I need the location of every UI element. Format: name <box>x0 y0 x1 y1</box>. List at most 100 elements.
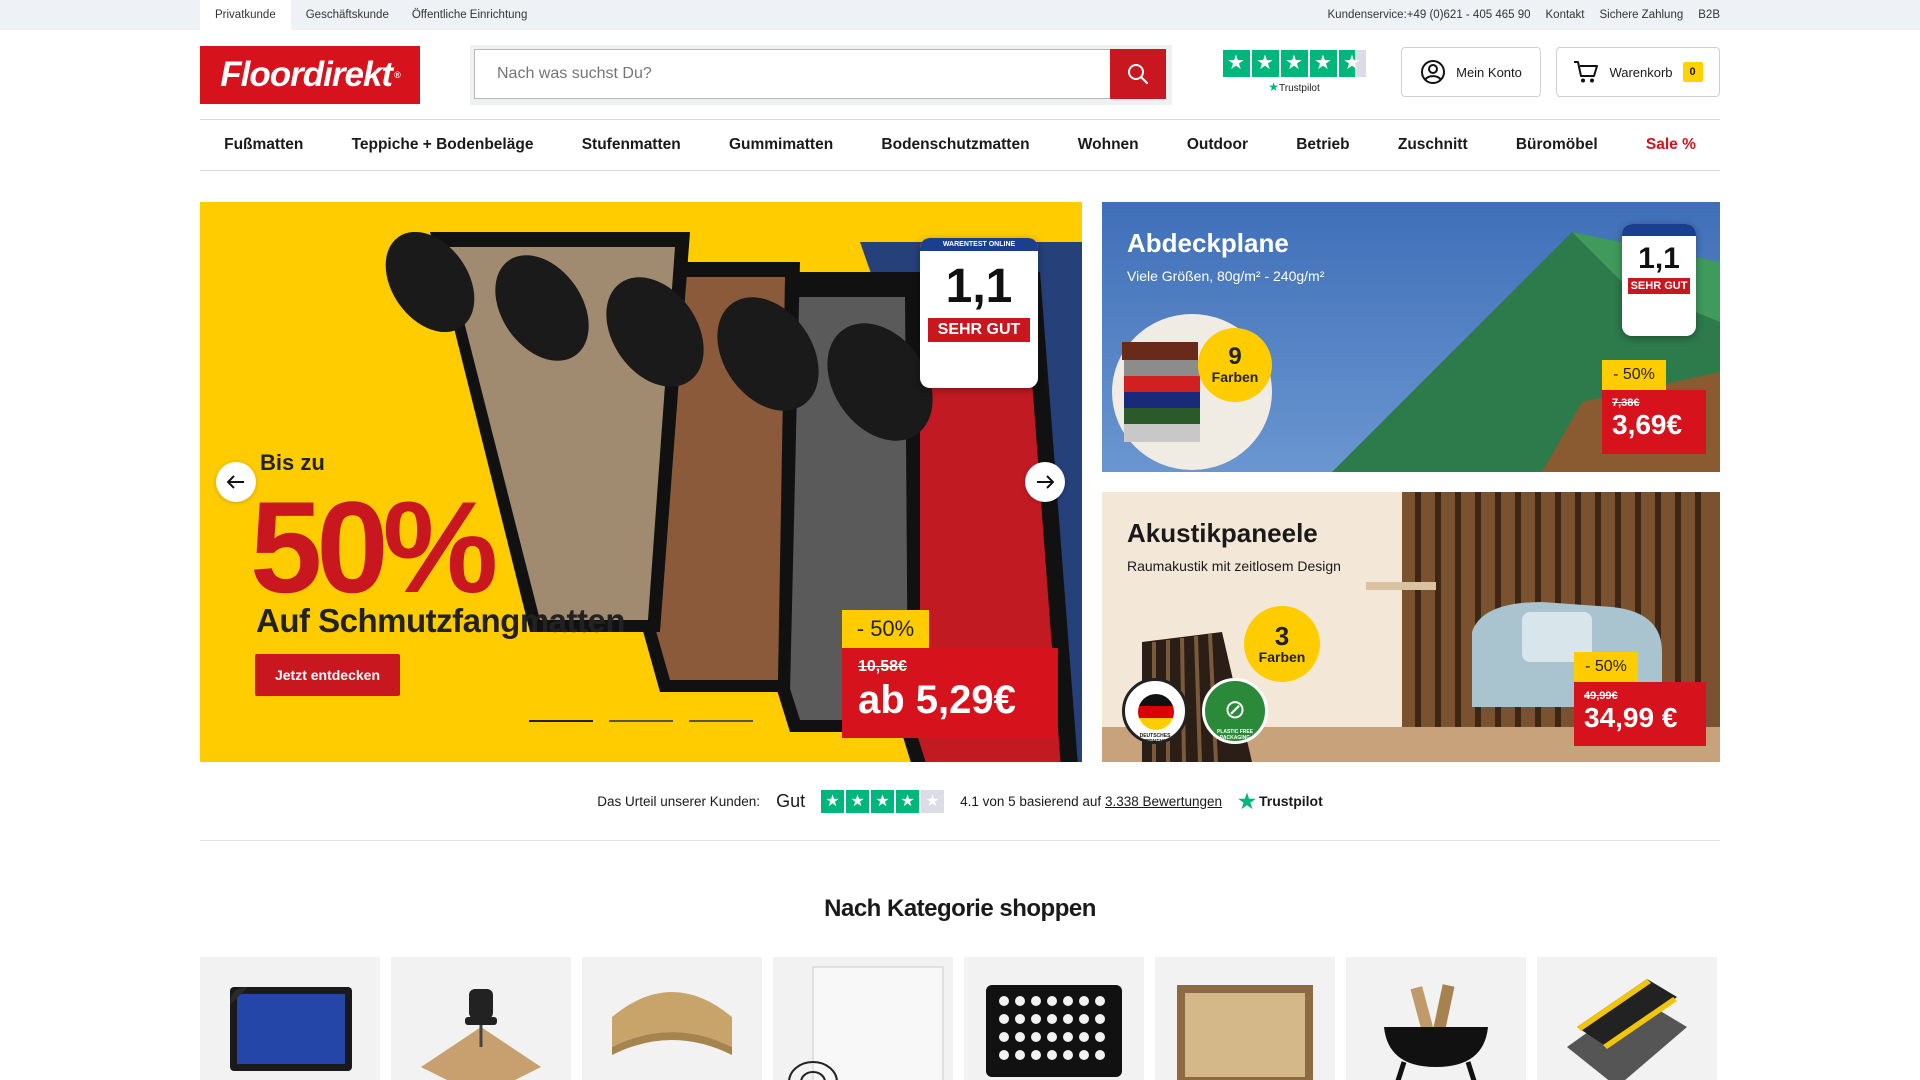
star-icon: ★ <box>1222 50 1250 77</box>
star-empty-icon: ★ <box>921 789 945 813</box>
nav-outdoor[interactable]: Outdoor <box>1187 136 1248 154</box>
trust-rating-word: Gut <box>776 790 806 811</box>
seal-grade: 1,1 <box>945 260 1013 313</box>
plastic-free-label: PLASTIC FREE PACKAGING <box>1216 729 1254 741</box>
account-label: Mein Konto <box>1456 64 1522 80</box>
secure-payment-link[interactable]: Sichere Zahlung <box>1600 9 1684 21</box>
promo1-colors-word: Farben <box>1211 369 1259 385</box>
seal-header: WARENTEST ONLINE <box>920 238 1038 251</box>
nav-stufenmatten[interactable]: Stufenmatten <box>582 136 681 154</box>
trust-stars: ★ ★ ★ ★ ★ <box>821 789 945 813</box>
nav-zuschnitt[interactable]: Zuschnitt <box>1398 136 1468 154</box>
german-flag-icon <box>1138 694 1174 730</box>
trustpilot-star-icon: ★ <box>1268 80 1279 94</box>
header: Floordirekt® ★ ★ ★ ★ ★ ★Trustpilot Mein … <box>200 30 1720 119</box>
rubber-ring-mat-icon <box>986 985 1122 1077</box>
hero-new-price: ab 5,29€ <box>858 678 1016 722</box>
promo-abdeckplane[interactable]: Abdeckplane Viele Größen, 80g/m² - 240g/… <box>1102 202 1720 472</box>
nav-teppiche[interactable]: Teppiche + Bodenbeläge <box>352 136 534 154</box>
cart-button[interactable]: Warenkorb 0 <box>1556 47 1720 97</box>
trustpilot-star-icon: ★ <box>1238 790 1256 813</box>
promo1-colors-badge: 9 Farben <box>1198 328 1272 402</box>
star-icon: ★ <box>846 789 870 813</box>
promo1-title: Abdeckplane <box>1127 228 1289 258</box>
promo1-seal-header <box>1622 224 1696 236</box>
plastic-free-badge: ⊘ PLASTIC FREE PACKAGING <box>1202 678 1268 744</box>
nav-gummimatten[interactable]: Gummimatten <box>729 136 833 154</box>
promo1-subtitle: Viele Größen, 80g/m² - 240g/m² <box>1127 268 1325 284</box>
category-stufenmatten[interactable] <box>582 957 762 1080</box>
star-half-icon: ★ <box>1338 50 1366 77</box>
trust-strip: Das Urteil unserer Kunden: Gut ★ ★ ★ ★ ★… <box>200 762 1720 841</box>
doormat-icon <box>230 987 352 1071</box>
category-gummimatten[interactable] <box>964 957 1144 1080</box>
slider-dot-2[interactable] <box>609 720 673 722</box>
hero-old-price: 10,58€ <box>858 658 907 675</box>
account-button[interactable]: Mein Konto <box>1401 47 1541 97</box>
promo2-old-price: 49,99€ <box>1584 690 1618 702</box>
reviews-link[interactable]: 3.338 Bewertungen <box>1105 794 1222 809</box>
hero-cta-button[interactable]: Jetzt entdecken <box>255 654 400 696</box>
slider-prev-button[interactable] <box>216 462 256 502</box>
promo1-test-seal: 1,1 SEHR GUT <box>1622 224 1696 336</box>
contact-link[interactable]: Kontakt <box>1546 9 1585 21</box>
logo[interactable]: Floordirekt ® <box>200 45 420 104</box>
hero-slider[interactable]: WARENTEST ONLINE 1,1 SEHR GUT Bis zu 50%… <box>200 202 1082 762</box>
logo-text: Floordirekt <box>220 54 393 94</box>
segment-privatkunde[interactable]: Privatkunde <box>200 0 291 30</box>
category-outdoor[interactable] <box>1346 957 1526 1080</box>
fire-pit-icon <box>1384 984 1488 1080</box>
arrow-left-icon <box>227 475 244 489</box>
b2b-link[interactable]: B2B <box>1698 9 1720 21</box>
promo1-colors-num: 9 <box>1228 343 1242 370</box>
category-fussmatten[interactable] <box>200 957 380 1080</box>
slider-next-button[interactable] <box>1025 462 1065 502</box>
trust-intro: Das Urteil unserer Kunden: <box>597 793 761 809</box>
promo1-seal-grade: 1,1 <box>1638 242 1680 275</box>
category-teppiche[interactable] <box>1155 957 1335 1080</box>
nav-betrieb[interactable]: Betrieb <box>1296 136 1349 154</box>
trustpilot-label: ★Trustpilot <box>1219 80 1369 94</box>
logo-registered: ® <box>394 69 401 80</box>
trustpilot-brand-text: Trustpilot <box>1258 793 1323 809</box>
nav-bueromoebel[interactable]: Büromöbel <box>1516 136 1598 154</box>
promo2-title: Akustikpaneele <box>1127 518 1318 548</box>
promo1-new-price: 3,69€ <box>1612 409 1683 440</box>
promo-akustikpaneele[interactable]: Akustikpaneele Raumakustik mit zeitlosem… <box>1102 492 1720 762</box>
category-bodenschutz[interactable] <box>391 957 571 1080</box>
main-nav: Fußmatten Teppiche + Bodenbeläge Stufenm… <box>200 119 1720 171</box>
category-transparent[interactable] <box>773 957 953 1080</box>
trustpilot-stars: ★ ★ ★ ★ ★ <box>1219 50 1369 77</box>
nav-sale[interactable]: Sale % <box>1646 136 1696 154</box>
star-icon: ★ <box>896 789 920 813</box>
nav-fussmatten[interactable]: Fußmatten <box>224 136 303 154</box>
category-betrieb[interactable] <box>1537 957 1717 1080</box>
nav-wohnen[interactable]: Wohnen <box>1078 136 1139 154</box>
slider-dot-3[interactable] <box>689 720 753 722</box>
stair-mat-icon <box>612 992 732 1055</box>
star-icon: ★ <box>821 789 845 813</box>
trustpilot-brand[interactable]: ★ Trustpilot <box>1238 789 1323 814</box>
promo1-seal-label: SEHR GUT <box>1628 278 1690 294</box>
promo1-old-price: 7,38€ <box>1612 397 1640 409</box>
trustpilot-widget[interactable]: ★ ★ ★ ★ ★ ★Trustpilot <box>1219 50 1369 94</box>
search-input[interactable] <box>474 49 1110 99</box>
promo2-price-box: 49,99€ 34,99 € <box>1574 682 1706 746</box>
promo2-colors-num: 3 <box>1274 621 1290 651</box>
search-button[interactable] <box>1110 49 1166 99</box>
german-company-badge: DEUTSCHES UNTERNEHMEN <box>1122 678 1188 744</box>
hero-area: WARENTEST ONLINE 1,1 SEHR GUT Bis zu 50%… <box>200 202 1720 762</box>
chair-mat-icon <box>421 989 541 1080</box>
search-bar <box>470 45 1172 105</box>
customer-service-link[interactable]: Kundenservice:+49 (0)621 - 405 465 90 <box>1328 9 1531 21</box>
promo1-discount-badge: - 50% <box>1602 360 1666 390</box>
top-bar: Privatkunde Geschäftskunde Öffentliche E… <box>0 0 1920 30</box>
slider-dot-1[interactable] <box>529 720 593 722</box>
nav-bodenschutzmatten[interactable]: Bodenschutzmatten <box>881 136 1029 154</box>
segment-oeffentlich[interactable]: Öffentliche Einrichtung <box>397 0 536 30</box>
star-icon: ★ <box>871 789 895 813</box>
segment-geschaeftskunde[interactable]: Geschäftskunde <box>291 0 397 30</box>
promo2-subtitle: Raumakustik mit zeitlosem Design <box>1127 558 1341 574</box>
star-icon: ★ <box>1280 50 1308 77</box>
promo2-colors-word: Farben <box>1258 649 1306 665</box>
